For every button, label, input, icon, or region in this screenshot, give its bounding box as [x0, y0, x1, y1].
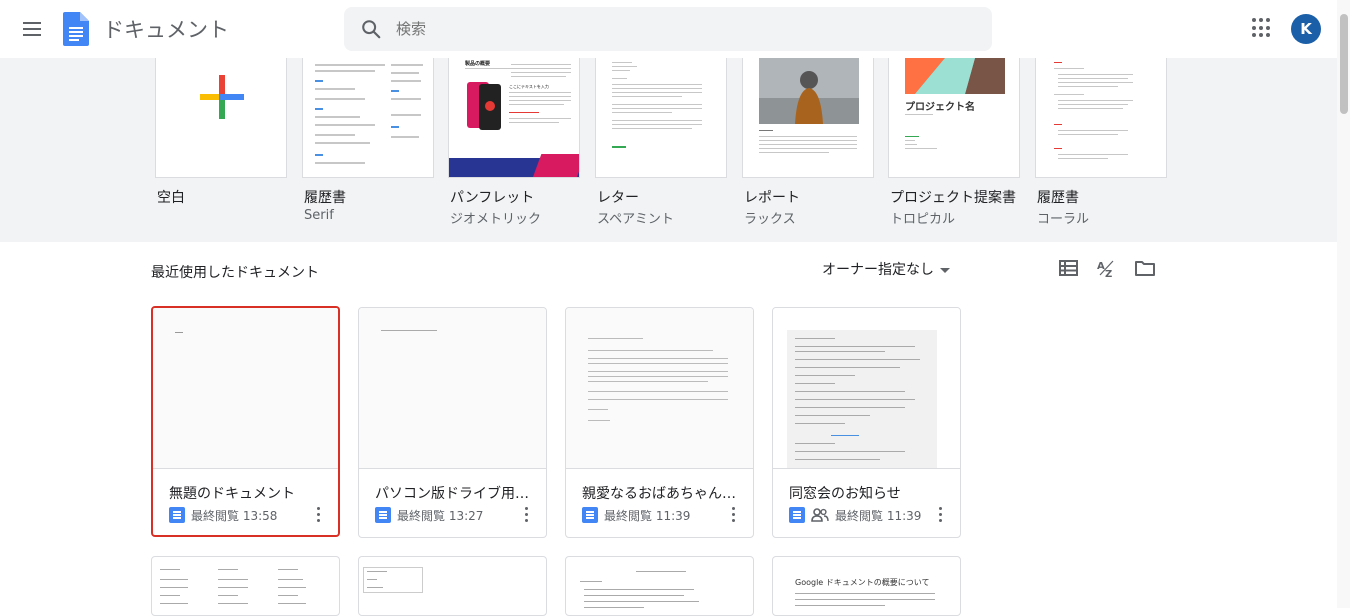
template-subtitle: ジオメトリック: [450, 212, 542, 227]
doc-card[interactable]: [151, 556, 340, 616]
recent-documents-heading: 最近使用したドキュメント: [151, 265, 319, 281]
scrollbar-thumb[interactable]: [1340, 14, 1348, 114]
doc-preview: [773, 308, 960, 469]
app-title[interactable]: ドキュメント: [103, 14, 229, 44]
doc-title: 同窓会のお知らせ: [789, 486, 901, 502]
template-subtitle: コーラル: [1037, 212, 1090, 227]
sort-az-icon[interactable]: A Z: [1096, 258, 1118, 278]
template-name: レポート: [744, 190, 800, 206]
doc-title: 無題のドキュメント: [169, 486, 295, 502]
doc-card[interactable]: 同窓会のお知らせ 最終閲覧 11:39: [772, 307, 961, 538]
doc-card[interactable]: [565, 556, 754, 616]
search-icon[interactable]: [360, 18, 382, 40]
template-thumbnail[interactable]: プロジェクト名: [888, 58, 1020, 178]
doc-preview: [566, 308, 753, 469]
doc-card[interactable]: Google ドキュメントの概要について: [772, 556, 961, 616]
report-cover-image: [759, 58, 859, 124]
shared-people-icon: [811, 508, 829, 522]
template-name: 空白: [157, 190, 185, 206]
google-docs-icon: [375, 507, 391, 523]
doc-card[interactable]: 親愛なるおばあちゃんへ、 最終閲覧 11:39: [565, 307, 754, 538]
doc-card[interactable]: 無題のドキュメント 最終閲覧 13:58: [151, 306, 340, 537]
template-name: パンフレット: [450, 190, 535, 206]
template-subtitle: Serif: [304, 208, 334, 223]
template-thumbnail[interactable]: [742, 58, 874, 178]
doc-preview: [153, 308, 338, 469]
template-resume-coral[interactable]: 履歴書 コーラル: [1035, 58, 1167, 227]
template-thumbnail[interactable]: [1035, 58, 1167, 178]
template-name: 履歴書: [304, 190, 346, 206]
last-opened: 最終閲覧 11:39: [835, 508, 922, 523]
doc-preview-title: Google ドキュメントの概要について: [795, 578, 930, 587]
doc-meta: 最終閲覧 11:39: [789, 505, 921, 525]
template-project-tropical[interactable]: プロジェクト名 プロジェクト提案書 トロピカル: [888, 58, 1020, 227]
owner-filter-dropdown[interactable]: オーナー指定なし: [822, 259, 950, 279]
template-name: 履歴書: [1037, 190, 1079, 206]
doc-title: 親愛なるおばあちゃんへ、: [582, 486, 747, 502]
last-opened: 最終閲覧 13:27: [397, 508, 484, 523]
more-options-icon[interactable]: [308, 504, 328, 524]
app-header: ドキュメント K: [0, 0, 1350, 58]
template-thumbnail[interactable]: [595, 58, 727, 178]
google-docs-icon: [582, 507, 598, 523]
docs-logo-icon[interactable]: [63, 12, 89, 46]
template-blank[interactable]: 空白: [155, 58, 287, 208]
owner-filter-label: オーナー指定なし: [822, 262, 934, 278]
template-gallery: 空白 履歴書 Serif 製品の概要 ここにテキストを入力 パンフレット ジオメ…: [0, 58, 1337, 242]
project-title-preview: プロジェクト名: [905, 102, 975, 113]
google-docs-icon: [789, 507, 805, 523]
svg-text:Z: Z: [1105, 269, 1112, 278]
folder-picker-icon[interactable]: [1134, 258, 1156, 278]
template-resume-serif[interactable]: 履歴書 Serif: [302, 58, 434, 223]
template-thumbnail[interactable]: [302, 58, 434, 178]
template-brochure-geometric[interactable]: 製品の概要 ここにテキストを入力 パンフレット ジオメトリック: [448, 58, 580, 227]
page-scrollbar[interactable]: [1337, 0, 1350, 608]
google-docs-icon: [169, 507, 185, 523]
more-options-icon[interactable]: [723, 504, 743, 524]
doc-card[interactable]: パソコン版ドライブ用ドキュメント 最終閲覧 13:27: [358, 307, 547, 538]
plus-icon: [200, 75, 244, 119]
doc-card[interactable]: [358, 556, 547, 616]
search-bar[interactable]: [344, 7, 992, 51]
template-thumbnail[interactable]: 製品の概要 ここにテキストを入力: [448, 58, 580, 178]
template-name: レター: [597, 190, 639, 206]
doc-meta: 最終閲覧 13:27: [375, 505, 483, 525]
dropdown-caret-icon: [940, 267, 950, 273]
template-report-lux[interactable]: レポート ラックス: [742, 58, 874, 227]
phone-image: [467, 82, 501, 130]
brochure-subheading: ここにテキストを入力: [509, 84, 549, 89]
google-apps-icon[interactable]: [1252, 18, 1272, 38]
doc-meta: 最終閲覧 13:58: [169, 505, 277, 525]
search-input[interactable]: [396, 7, 956, 51]
template-subtitle: ラックス: [744, 212, 796, 227]
template-name: プロジェクト提案書: [890, 190, 1016, 206]
more-options-icon[interactable]: [930, 504, 950, 524]
main-menu-icon[interactable]: [18, 15, 46, 43]
template-subtitle: トロピカル: [890, 212, 956, 227]
project-cover-image: [905, 58, 1005, 94]
more-options-icon[interactable]: [516, 504, 536, 524]
last-opened: 最終閲覧 11:39: [604, 508, 691, 523]
account-avatar[interactable]: K: [1291, 14, 1321, 44]
doc-preview: [359, 308, 546, 469]
brochure-heading: 製品の概要: [465, 61, 491, 67]
template-thumbnail[interactable]: [155, 58, 287, 178]
doc-title: パソコン版ドライブ用ドキュメント: [375, 486, 540, 502]
doc-meta: 最終閲覧 11:39: [582, 505, 690, 525]
last-opened: 最終閲覧 13:58: [191, 508, 278, 523]
template-letter-spearmint[interactable]: レター スペアミント: [595, 58, 727, 227]
template-subtitle: スペアミント: [597, 212, 674, 227]
list-view-icon[interactable]: [1058, 258, 1080, 278]
